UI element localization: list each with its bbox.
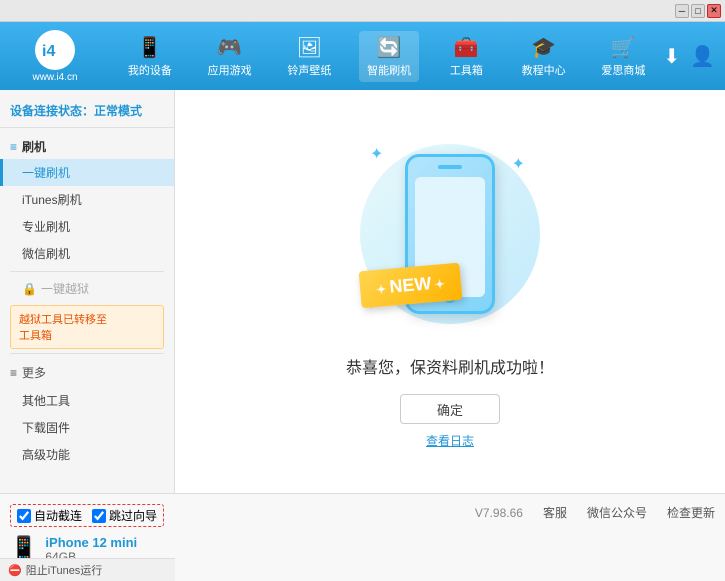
itunes-label: iTunes刷机	[22, 193, 82, 207]
sidebar-item-advanced[interactable]: 高级功能	[0, 441, 174, 468]
itunes-bar[interactable]: ⛔ 阻止iTunes运行	[0, 558, 175, 581]
nav-apps[interactable]: 🎮 应用游戏	[200, 31, 260, 82]
nav-smart-flash[interactable]: 🔄 智能刷机	[359, 31, 419, 82]
other-tools-label: 其他工具	[22, 394, 70, 408]
nav-wallpaper[interactable]: 🖼 铃声壁纸	[279, 31, 339, 82]
nav-items: 📱 我的设备 🎮 应用游戏 🖼 铃声壁纸 🔄 智能刷机 🧰 工具箱 🎓 教程中心…	[110, 31, 663, 82]
checkbox-highlight-box: 自动截连 跳过向导	[10, 504, 164, 527]
nav-tools[interactable]: 🧰 工具箱	[439, 31, 494, 82]
jailbreak-label: 一键越狱	[41, 280, 89, 297]
auto-flash-label: 自动截连	[34, 507, 82, 524]
warning-box: 越狱工具已转移至工具箱	[10, 305, 164, 349]
warning-text: 越狱工具已转移至工具箱	[19, 314, 107, 342]
sparkle-2: ✦	[512, 154, 525, 174]
itunes-stop-icon: ⛔	[8, 564, 22, 577]
flash-section-label: 刷机	[22, 138, 46, 155]
checkboxes: 自动截连 跳过向导	[10, 500, 185, 533]
flash-section-icon: ≡	[10, 140, 17, 154]
sidebar-divider-2	[10, 353, 164, 354]
user-button[interactable]: 👤	[690, 44, 715, 69]
status-label: 设备连接状态：	[10, 104, 94, 118]
skip-wizard-label: 跳过向导	[109, 507, 157, 524]
logo-icon: i4	[35, 30, 75, 70]
skip-wizard-input[interactable]	[92, 509, 106, 523]
nav-my-device[interactable]: 📱 我的设备	[120, 31, 180, 82]
main-area: 设备连接状态：正常模式 ≡ 刷机 一键刷机 iTunes刷机 专业刷机 微信刷机…	[0, 90, 725, 493]
lock-icon: 🔒	[22, 282, 37, 296]
nav-tutorials-label: 教程中心	[522, 62, 566, 78]
svg-text:i4: i4	[42, 43, 55, 60]
pro-label: 专业刷机	[22, 220, 70, 234]
wallpaper-icon: 🖼	[297, 35, 322, 60]
download-firmware-label: 下载固件	[22, 421, 70, 435]
flash-section: ≡ 刷机 一键刷机 iTunes刷机 专业刷机 微信刷机 🔒 一键越狱 越狱工具…	[0, 134, 174, 349]
sidebar-divider-1	[10, 271, 164, 272]
more-section-header: ≡ 更多	[0, 358, 174, 387]
download-button[interactable]: ⬇	[663, 44, 680, 69]
update-button[interactable]: 检查更新	[667, 504, 715, 521]
wechat-label: 微信刷机	[22, 247, 70, 261]
confirm-button[interactable]: 确定	[400, 394, 500, 424]
nav-wallpaper-label: 铃声壁纸	[287, 62, 331, 78]
my-device-icon: 📱	[137, 35, 162, 60]
auto-flash-input[interactable]	[17, 509, 31, 523]
smart-flash-icon: 🔄	[377, 35, 402, 60]
device-name: iPhone 12 mini	[45, 535, 142, 550]
logo-text: www.i4.cn	[32, 72, 77, 83]
sidebar-item-pro[interactable]: 专业刷机	[0, 213, 174, 240]
more-section-label: 更多	[22, 364, 46, 381]
window-controls: ─ □ ✕	[675, 4, 721, 18]
skip-wizard-checkbox[interactable]: 跳过向导	[92, 507, 157, 524]
tutorials-icon: 🎓	[531, 35, 556, 60]
one-click-label: 一键刷机	[22, 166, 70, 180]
nav-store-label: 爱思商城	[601, 62, 645, 78]
itunes-bar-label: 阻止iTunes运行	[26, 562, 103, 578]
nav-apps-label: 应用游戏	[208, 62, 252, 78]
minimize-button[interactable]: ─	[675, 4, 689, 18]
more-section: ≡ 更多 其他工具 下载固件 高级功能	[0, 358, 174, 468]
wechat-button[interactable]: 微信公众号	[587, 504, 647, 521]
phone-illustration: ✦ ✦ ✦ NEW	[350, 134, 550, 334]
content-area: ✦ ✦ ✦ NEW 恭喜您，保资料刷机成功啦！ 确定 查看日志	[175, 90, 725, 493]
sidebar-item-other-tools[interactable]: 其他工具	[0, 387, 174, 414]
store-icon: 🛒	[611, 35, 636, 60]
nav-tools-label: 工具箱	[450, 62, 483, 78]
sidebar-item-download-firmware[interactable]: 下载固件	[0, 414, 174, 441]
success-message: 恭喜您，保资料刷机成功啦！	[346, 354, 554, 378]
version-text: V7.98.66	[475, 506, 523, 520]
sidebar-item-one-click[interactable]: 一键刷机	[0, 159, 174, 186]
sidebar-item-itunes[interactable]: iTunes刷机	[0, 186, 174, 213]
apps-icon: 🎮	[217, 35, 242, 60]
connection-status: 设备连接状态：正常模式	[0, 98, 174, 128]
service-button[interactable]: 客服	[543, 504, 567, 521]
view-log-link[interactable]: 查看日志	[426, 432, 474, 449]
nav-store[interactable]: 🛒 爱思商城	[593, 31, 653, 82]
header: i4 www.i4.cn 📱 我的设备 🎮 应用游戏 🖼 铃声壁纸 🔄 智能刷机…	[0, 22, 725, 90]
sparkle-1: ✦	[370, 144, 383, 164]
title-bar: ─ □ ✕	[0, 0, 725, 22]
advanced-label: 高级功能	[22, 448, 70, 462]
more-icon: ≡	[10, 366, 17, 380]
sidebar-item-wechat[interactable]: 微信刷机	[0, 240, 174, 267]
device-bar: 自动截连 跳过向导 📱 iPhone 12 mini 64GB Down-12m…	[0, 493, 725, 581]
status-value: 正常模式	[94, 104, 142, 118]
device-bar-right: V7.98.66 客服 微信公众号 检查更新	[185, 500, 715, 521]
tools-icon: 🧰	[454, 35, 479, 60]
nav-my-device-label: 我的设备	[128, 62, 172, 78]
nav-tutorials[interactable]: 🎓 教程中心	[514, 31, 574, 82]
close-button[interactable]: ✕	[707, 4, 721, 18]
nav-smart-flash-label: 智能刷机	[367, 62, 411, 78]
sidebar: 设备连接状态：正常模式 ≡ 刷机 一键刷机 iTunes刷机 专业刷机 微信刷机…	[0, 90, 175, 493]
logo: i4 www.i4.cn	[10, 30, 100, 83]
flash-section-header: ≡ 刷机	[0, 134, 174, 159]
nav-right: ⬇ 👤	[663, 44, 715, 69]
sidebar-item-jailbreak: 🔒 一键越狱	[0, 276, 174, 301]
maximize-button[interactable]: □	[691, 4, 705, 18]
auto-flash-checkbox[interactable]: 自动截连	[17, 507, 82, 524]
